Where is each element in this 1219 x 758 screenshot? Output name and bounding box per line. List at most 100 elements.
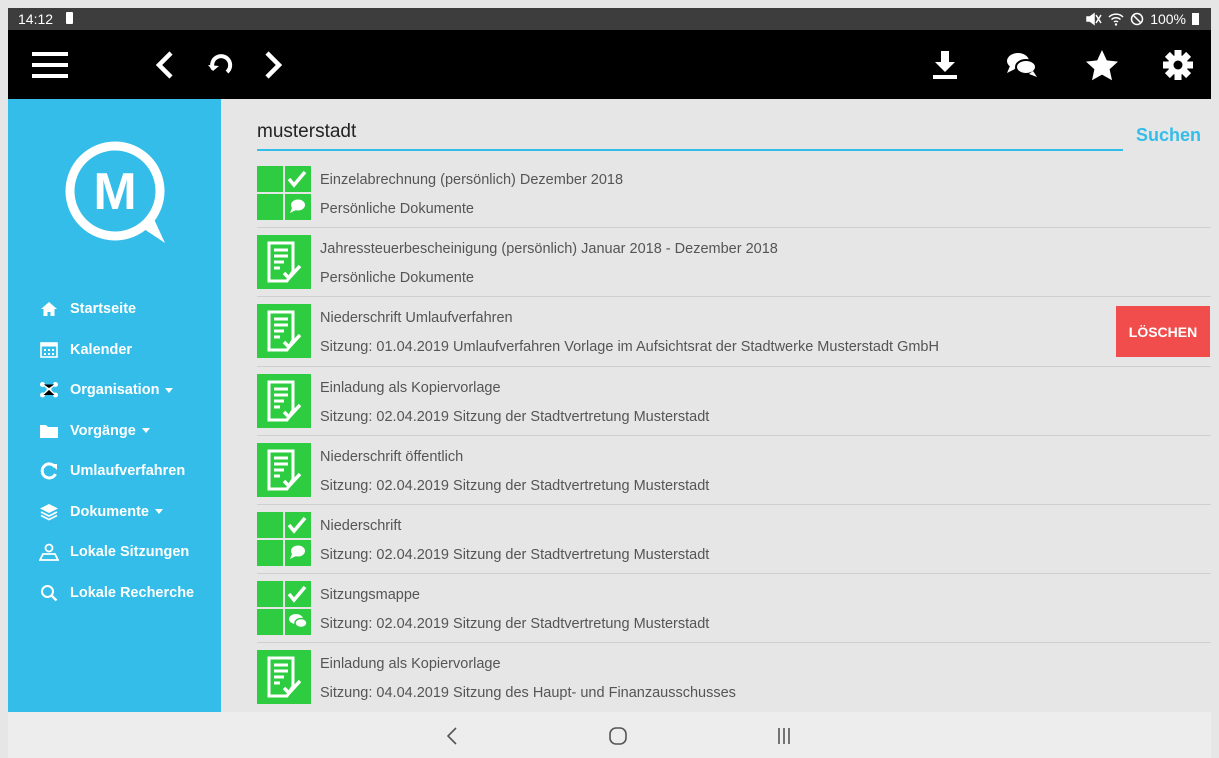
result-title: Jahressteuerbescheinigung (persönlich) J… bbox=[320, 241, 778, 258]
sidebar-item-label: Lokale Recherche bbox=[70, 584, 195, 601]
menu-button[interactable] bbox=[28, 30, 72, 99]
chevron-left-icon bbox=[446, 727, 457, 745]
search-icon bbox=[41, 584, 58, 602]
favorites-button[interactable] bbox=[1082, 30, 1122, 99]
download-button[interactable] bbox=[928, 30, 962, 99]
list-item[interactable]: Jahressteuerbescheinigung (persönlich) J… bbox=[257, 228, 1211, 298]
sidebar-item-startseite[interactable]: Startseite bbox=[8, 289, 221, 330]
sidebar-item-umlaufverfahren[interactable]: Umlaufverfahren bbox=[8, 451, 221, 492]
result-title: Niederschrift bbox=[320, 517, 402, 534]
calendar-icon bbox=[40, 342, 58, 359]
document-icon bbox=[257, 235, 311, 290]
reload-icon bbox=[208, 53, 233, 74]
sidebar: M Startseite Kalender Organisation Vorgä… bbox=[8, 99, 221, 712]
back-button[interactable] bbox=[148, 30, 182, 99]
result-title: Niederschrift Umlaufverfahren bbox=[320, 310, 513, 327]
battery-percent: 100% bbox=[1150, 11, 1186, 27]
sidebar-item-label: Umlaufverfahren bbox=[70, 463, 186, 480]
do-not-disturb-icon bbox=[1130, 12, 1144, 26]
result-subtitle: Persönliche Dokumente bbox=[320, 270, 474, 287]
sidebar-nav: Startseite Kalender Organisation Vorgäng… bbox=[8, 289, 221, 613]
organisation-icon bbox=[40, 382, 58, 398]
folder-icon bbox=[40, 424, 58, 438]
download-icon bbox=[933, 50, 957, 79]
refresh-icon bbox=[40, 462, 57, 480]
chevron-down-icon bbox=[154, 509, 163, 515]
sidebar-item-lokale-recherche[interactable]: Lokale Recherche bbox=[8, 573, 221, 614]
back-icon bbox=[155, 50, 173, 79]
reload-button[interactable] bbox=[204, 30, 238, 99]
search-field bbox=[257, 117, 1123, 151]
menu-icon bbox=[32, 51, 68, 78]
sidebar-item-dokumente[interactable]: Dokumente bbox=[8, 492, 221, 533]
app-logo-letter: M bbox=[93, 163, 136, 221]
sidebar-item-label: Startseite bbox=[70, 301, 137, 318]
result-title: Einzelabrechnung (persönlich) Dezember 2… bbox=[320, 172, 624, 188]
sidebar-item-label: Vorgänge bbox=[70, 422, 136, 439]
result-title: Sitzungsmappe bbox=[320, 587, 420, 604]
result-title: Einladung als Kopiervorlage bbox=[320, 656, 501, 673]
document-icon bbox=[257, 304, 311, 359]
sidebar-item-label: Organisation bbox=[70, 382, 160, 399]
sidebar-item-label: Kalender bbox=[70, 341, 133, 358]
battery-saver-icon bbox=[66, 12, 73, 24]
result-subtitle: Sitzung: 02.04.2019 Sitzung der Stadtver… bbox=[320, 477, 710, 494]
list-item[interactable]: Niederschrift Sitzung: 02.04.2019 Sitzun… bbox=[257, 505, 1211, 575]
chat-icon bbox=[1007, 52, 1037, 77]
sidebar-item-vorgaenge[interactable]: Vorgänge bbox=[8, 411, 221, 452]
result-subtitle: Sitzung: 04.04.2019 Sitzung des Haupt- u… bbox=[320, 685, 736, 702]
top-toolbar bbox=[8, 30, 1211, 99]
main-content: Suchen Einzelabrechnung (persönlich) Dez… bbox=[221, 99, 1211, 712]
chat-button[interactable] bbox=[1002, 30, 1042, 99]
result-subtitle: Persönliche Dokumente bbox=[320, 201, 474, 217]
sidebar-item-organisation[interactable]: Organisation bbox=[8, 370, 221, 411]
document-icon bbox=[257, 650, 311, 705]
document-icon bbox=[257, 373, 311, 428]
document-status-grid-icon bbox=[257, 511, 311, 566]
result-subtitle: Sitzung: 02.04.2019 Sitzung der Stadtver… bbox=[320, 546, 710, 563]
system-recents-button[interactable] bbox=[772, 724, 796, 748]
app-logo: M bbox=[65, 141, 165, 243]
forward-icon bbox=[265, 50, 283, 79]
layers-icon bbox=[40, 503, 58, 521]
system-home-button[interactable] bbox=[606, 724, 630, 748]
list-item[interactable]: Sitzungsmappe Sitzung: 02.04.2019 Sitzun… bbox=[257, 574, 1211, 644]
chevron-down-icon bbox=[141, 428, 150, 434]
system-back-button[interactable] bbox=[442, 724, 462, 748]
list-item[interactable]: Niederschrift Umlaufverfahren Sitzung: 0… bbox=[257, 297, 1211, 367]
document-icon bbox=[257, 442, 311, 497]
document-status-grid-icon bbox=[257, 581, 311, 636]
delete-button[interactable]: LÖSCHEN bbox=[1116, 306, 1210, 358]
sidebar-item-lokale-sitzungen[interactable]: Lokale Sitzungen bbox=[8, 532, 221, 573]
result-subtitle: Sitzung: 02.04.2019 Sitzung der Stadtver… bbox=[320, 616, 710, 633]
search-input[interactable] bbox=[257, 117, 1123, 147]
result-subtitle: Sitzung: 02.04.2019 Sitzung der Stadtver… bbox=[320, 408, 710, 425]
home-icon bbox=[41, 302, 57, 317]
star-icon bbox=[1086, 49, 1118, 80]
list-item[interactable]: Einladung als Kopiervorlage Sitzung: 04.… bbox=[257, 643, 1211, 712]
mute-icon bbox=[1086, 12, 1102, 26]
map-person-icon bbox=[39, 543, 59, 562]
gear-icon bbox=[1163, 49, 1193, 80]
result-title: Einladung als Kopiervorlage bbox=[320, 379, 501, 396]
wifi-icon bbox=[1108, 13, 1124, 26]
battery-icon bbox=[1192, 13, 1199, 25]
list-item[interactable]: Einzelabrechnung (persönlich) Dezember 2… bbox=[257, 159, 1211, 229]
chevron-down-icon bbox=[165, 387, 174, 393]
sidebar-item-label: Lokale Sitzungen bbox=[70, 544, 190, 561]
system-nav-bar bbox=[8, 712, 1211, 758]
search-button[interactable]: Suchen bbox=[1136, 125, 1201, 146]
forward-button[interactable] bbox=[256, 30, 290, 99]
settings-button[interactable] bbox=[1158, 30, 1198, 99]
sidebar-item-label: Dokumente bbox=[70, 503, 149, 520]
results-list: Einzelabrechnung (persönlich) Dezember 2… bbox=[257, 159, 1211, 712]
result-subtitle: Sitzung: 01.04.2019 Umlaufverfahren Vorl… bbox=[320, 339, 939, 356]
document-status-grid-icon bbox=[257, 166, 311, 220]
list-item[interactable]: Einladung als Kopiervorlage Sitzung: 02.… bbox=[257, 367, 1211, 436]
status-icons: 100% bbox=[1086, 11, 1199, 27]
status-time: 14:12 bbox=[18, 11, 54, 27]
list-item[interactable]: Niederschrift öffentlich Sitzung: 02.04.… bbox=[257, 436, 1211, 505]
sidebar-item-kalender[interactable]: Kalender bbox=[8, 330, 221, 371]
home-circle-icon bbox=[609, 727, 627, 745]
status-bar: 14:12 100% bbox=[8, 8, 1211, 30]
